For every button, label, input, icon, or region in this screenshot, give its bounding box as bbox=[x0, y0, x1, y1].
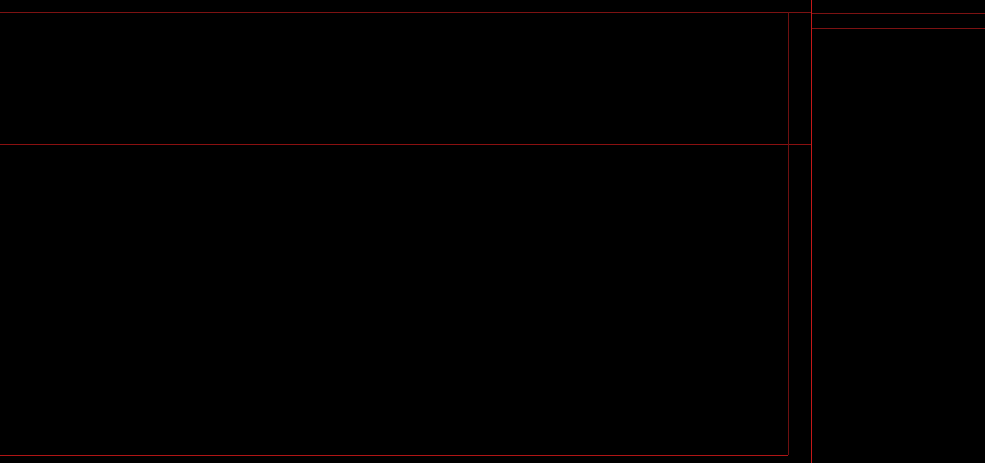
sub-indicator-panel[interactable] bbox=[0, 146, 788, 456]
signal-plot bbox=[0, 146, 788, 455]
sector-line bbox=[3, 28, 9, 40]
panel-divider bbox=[0, 144, 811, 145]
tick-trade-list[interactable] bbox=[812, 324, 985, 463]
menubar-divider bbox=[0, 12, 811, 13]
main-chart[interactable] bbox=[0, 12, 788, 144]
period-menubar bbox=[0, 0, 811, 12]
chart-right-border bbox=[788, 12, 789, 455]
weibi-row bbox=[812, 14, 985, 29]
level-l-badge bbox=[812, 0, 815, 12]
stock-app-window bbox=[0, 0, 985, 463]
quote-panel-header[interactable] bbox=[812, 0, 985, 14]
price-axis bbox=[789, 0, 811, 463]
candlestick-plot bbox=[0, 12, 788, 144]
quote-panel bbox=[812, 0, 985, 463]
